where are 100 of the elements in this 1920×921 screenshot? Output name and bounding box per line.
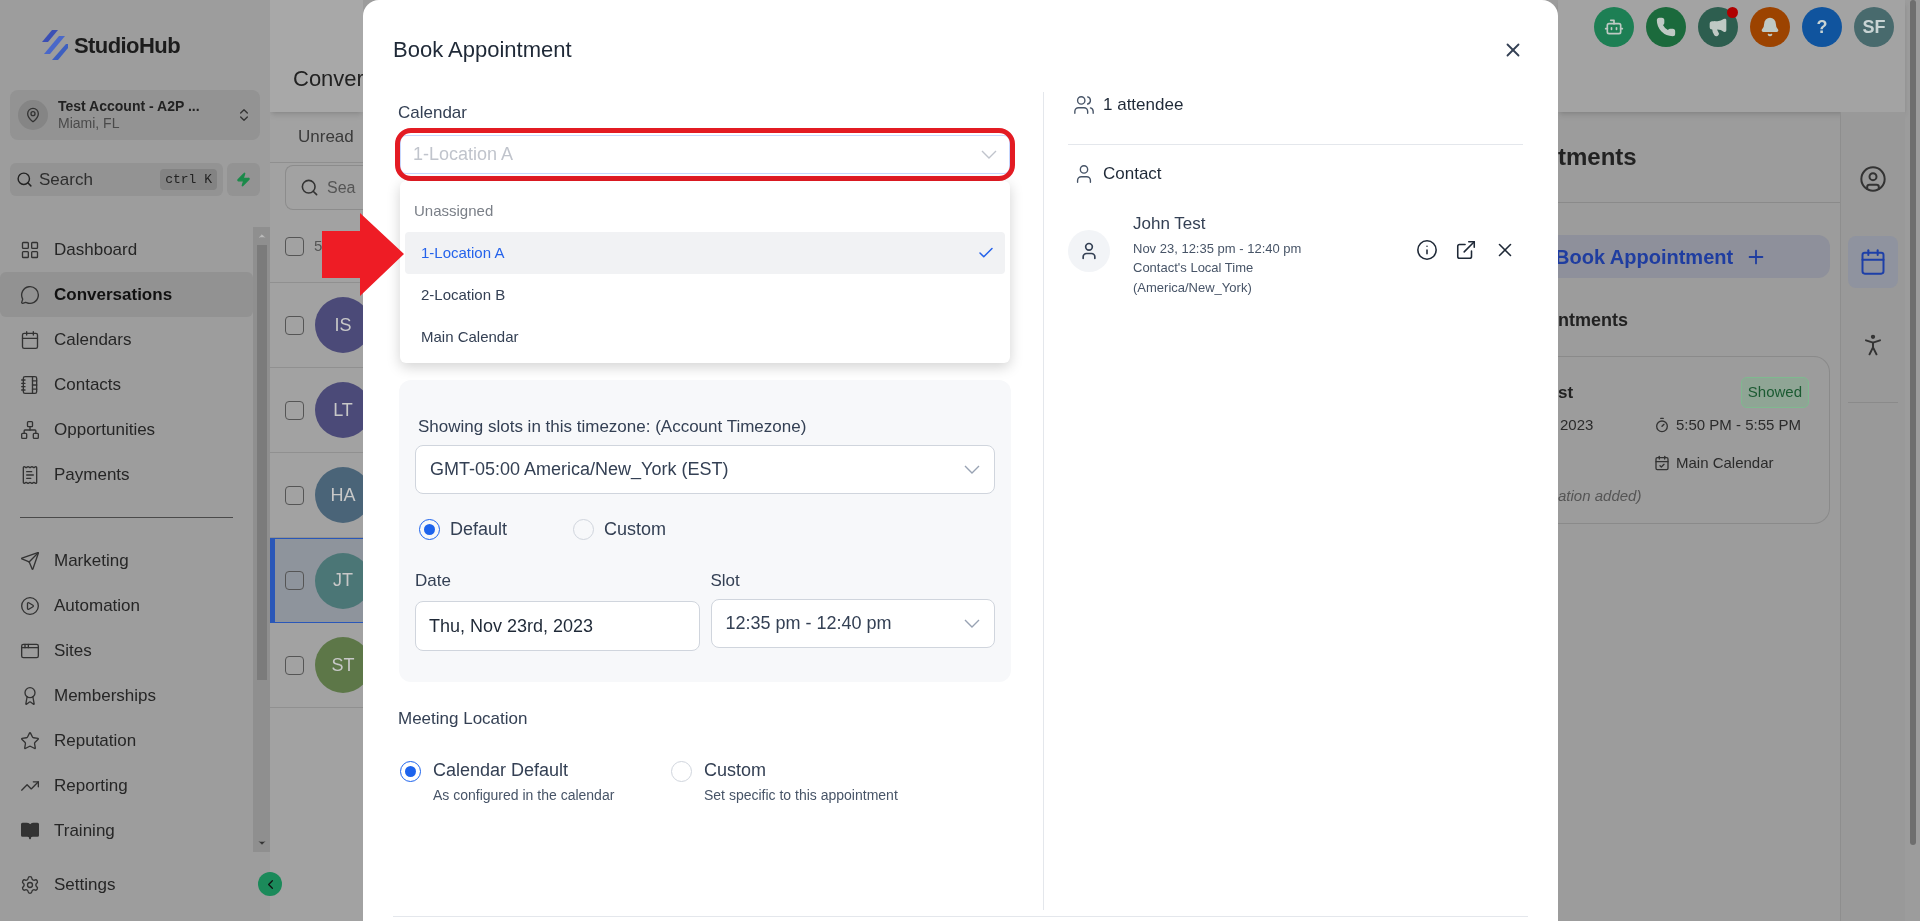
account-switcher[interactable]: Test Account - A2P ... Miami, FL	[10, 90, 260, 140]
shortcut-key: ctrl K	[160, 168, 217, 191]
row-checkbox[interactable]	[285, 315, 304, 335]
sidebar-item[interactable]: Dashboard	[0, 227, 253, 272]
user-icon	[1079, 241, 1099, 261]
date-field[interactable]: Thu, Nov 23rd, 2023	[415, 601, 700, 651]
row-checkbox[interactable]	[285, 485, 304, 505]
sidebar-item[interactable]: Payments	[0, 452, 253, 497]
sidebar-item[interactable]: Contacts	[0, 362, 253, 407]
tab[interactable]: Unread	[298, 124, 354, 150]
search-icon	[300, 178, 319, 197]
paper-plane-icon	[20, 550, 40, 571]
calendar-name: Main Calendar	[1676, 453, 1774, 473]
info-icon[interactable]	[1416, 239, 1438, 261]
chevron-down-icon	[981, 150, 997, 159]
radio-label: Custom	[604, 517, 666, 541]
brand-name: StudioHub	[73, 31, 181, 60]
section-title: ntments	[1558, 309, 1629, 332]
field-label: Date	[415, 570, 452, 588]
contact-name: John Test	[1133, 213, 1207, 235]
sidebar-item[interactable]: Memberships	[0, 673, 253, 718]
scroll-up-icon[interactable]	[256, 231, 267, 241]
phone-icon	[1656, 17, 1676, 37]
account-name: Test Account - A2P ...	[58, 97, 200, 115]
bell-button[interactable]	[1750, 7, 1790, 47]
star-icon	[20, 730, 40, 751]
sidebar-item[interactable]: Reputation	[0, 718, 253, 763]
sidebar-item[interactable]: Sites	[0, 628, 253, 673]
row-checkbox[interactable]	[285, 571, 304, 590]
sidebar-item[interactable]: Automation	[0, 583, 253, 628]
location-note: ation added)	[1558, 485, 1643, 506]
contact-avatar: JT	[315, 552, 363, 609]
calendar-icon	[20, 329, 40, 350]
calendar-check-icon	[1654, 455, 1670, 472]
play-circle-icon	[20, 595, 40, 616]
radio-label: Default	[450, 517, 508, 541]
receipt-icon	[20, 464, 40, 485]
radio-label: Custom	[704, 759, 767, 782]
megaphone-icon	[1708, 17, 1728, 37]
logo-icon	[41, 30, 68, 60]
robot-icon	[1604, 17, 1624, 37]
contact-avatar: LT	[315, 382, 363, 438]
external-link-icon[interactable]	[1455, 239, 1477, 261]
select-all-checkbox[interactable]	[285, 236, 304, 256]
status-badge: Showed	[1740, 377, 1809, 408]
section-label: Contact	[1103, 163, 1162, 186]
settings-icon	[20, 874, 40, 895]
sidebar-item[interactable]: Settings	[0, 862, 136, 907]
row-checkbox[interactable]	[285, 655, 304, 675]
field-label: Showing slots in this timezone: (Account Timezone)	[417, 416, 808, 434]
lightning-icon	[236, 172, 251, 187]
location-avatar	[18, 100, 48, 130]
notebook-icon	[20, 374, 40, 395]
field-label: Slot	[710, 570, 741, 588]
appointment-card[interactable]: st Showed 2023 5:50 PM - 5:55 PM Main Calendar ation added)	[1558, 356, 1830, 524]
sidebar-item[interactable]: Training	[0, 808, 253, 852]
bell-icon	[1760, 17, 1780, 37]
robot-button[interactable]	[1594, 7, 1634, 47]
search-placeholder: Search	[39, 168, 93, 191]
section-label: Meeting Location	[398, 708, 529, 726]
dropdown-option[interactable]: 2-Location B	[405, 274, 1005, 316]
sidebar-item[interactable]: Opportunities	[0, 407, 253, 452]
timer-icon	[1654, 416, 1670, 433]
users-icon	[1073, 94, 1095, 116]
appointment-title: st	[1558, 381, 1574, 404]
panel-title: tments	[1558, 142, 1637, 172]
page-title: Conver	[293, 64, 363, 93]
dropdown-option[interactable]: 1-Location A	[405, 232, 1005, 274]
chevron-down-icon	[964, 619, 980, 628]
user-circle-icon	[1859, 165, 1887, 193]
search-field[interactable]: Search ctrl K	[10, 163, 223, 196]
radio-label: Calendar Default	[433, 759, 570, 782]
sidebar-item[interactable]: Marketing	[0, 538, 253, 583]
timezone-select[interactable]: GMT-05:00 America/New_York (EST)	[415, 445, 995, 494]
conversation-count: 5	[314, 235, 323, 256]
user-avatar[interactable]: SF	[1854, 7, 1894, 47]
dropdown-option[interactable]: Main Calendar	[405, 316, 1005, 358]
appointment-time: 5:50 PM - 5:55 PM	[1676, 414, 1802, 435]
megaphone-button[interactable]	[1698, 7, 1738, 47]
local-time-note: Contact's Local Time (America/New_York)	[1133, 259, 1255, 297]
dashboard-icon	[20, 239, 40, 260]
slot-select[interactable]: 12:35 pm - 12:40 pm	[710, 599, 995, 648]
appointment-time: Nov 23, 12:35 pm - 12:40 pm	[1133, 239, 1302, 258]
calendar-icon	[1859, 248, 1887, 276]
scrollbar[interactable]	[253, 227, 270, 852]
sidebar-item[interactable]: Conversations	[0, 272, 253, 317]
radio-description: As configured in the calendar	[433, 786, 615, 805]
book-icon	[20, 820, 40, 841]
sidebar-item[interactable]: Calendars	[0, 317, 253, 362]
radio-description: Set specific to this appointment	[704, 786, 898, 805]
phone-button[interactable]	[1646, 7, 1686, 47]
rail-tab[interactable]	[1848, 236, 1898, 288]
scroll-down-icon[interactable]	[256, 838, 267, 848]
field-label: Calendar	[398, 102, 468, 120]
help-button[interactable]: ?	[1802, 7, 1842, 47]
quick-action-button[interactable]	[227, 163, 260, 196]
collapse-button[interactable]	[258, 872, 282, 896]
row-checkbox[interactable]	[285, 400, 304, 420]
conversation-row[interactable]: JT	[270, 538, 363, 623]
sidebar-item[interactable]: Reporting	[0, 763, 253, 808]
